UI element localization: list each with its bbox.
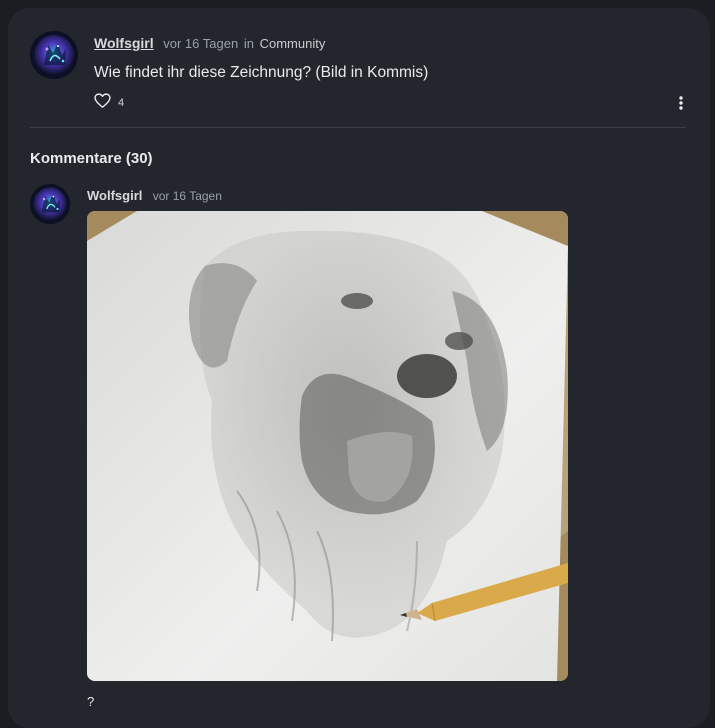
comment-meta: Wolfsgirl vor 16 Tagen [87, 188, 222, 203]
comment-author-link[interactable]: Wolfsgirl [87, 188, 142, 203]
like-count: 4 [118, 97, 125, 109]
post-in-label: in [243, 36, 254, 51]
comment-text: ? [87, 694, 95, 709]
post-author-avatar[interactable] [30, 31, 78, 79]
comments-heading: Kommentare (30) [30, 150, 153, 167]
post-card: Wolfsgirl vor 16 Tagen in Community Wie … [8, 8, 710, 728]
more-options-button[interactable] [674, 94, 688, 112]
heart-outline-icon [94, 93, 111, 113]
post-community-link[interactable]: Community [260, 36, 326, 51]
post-time: vor 16 Tagen [163, 36, 239, 51]
comment-attached-image[interactable] [87, 211, 568, 681]
post-text: Wie findet ihr diese Zeichnung? (Bild in… [94, 64, 429, 81]
vertical-ellipsis-icon [674, 96, 688, 116]
divider [30, 127, 686, 128]
comment-time: vor 16 Tagen [152, 189, 222, 203]
comment-author-avatar[interactable] [30, 184, 70, 224]
like-button[interactable]: 4 [94, 93, 125, 113]
post-meta: Wolfsgirl vor 16 Tagen in Community [94, 35, 325, 51]
post-author-link[interactable]: Wolfsgirl [94, 35, 154, 51]
